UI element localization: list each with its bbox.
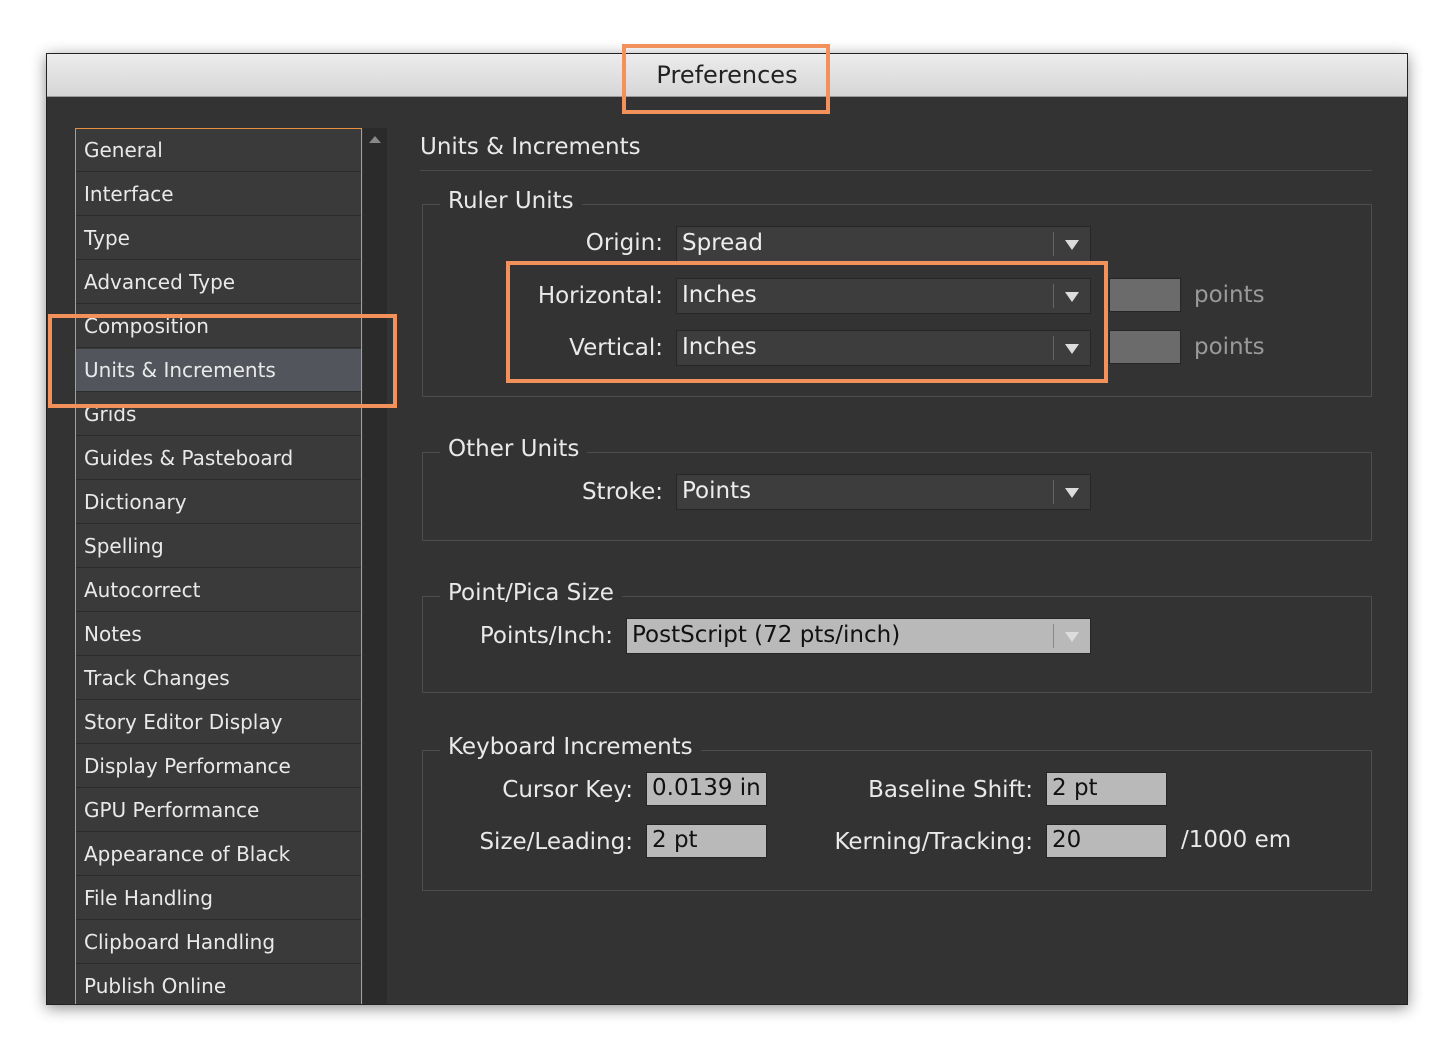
vertical-units-dropdown[interactable]: Inches [676, 330, 1091, 366]
sidebar-item-publish-online[interactable]: Publish Online [76, 965, 361, 1004]
chevron-down-icon [1065, 240, 1079, 250]
sidebar-item-type[interactable]: Type [76, 217, 361, 260]
kerning-tracking-label: Kerning/Tracking: [834, 829, 1033, 855]
sidebar-item-autocorrect[interactable]: Autocorrect [76, 569, 361, 612]
preferences-window: Preferences General Interface Type Advanced… [46, 53, 1408, 1005]
origin-label: Origin: [585, 230, 663, 256]
cursor-key-label: Cursor Key: [502, 777, 633, 803]
keyboard-increments-legend: Keyboard Increments [440, 734, 701, 760]
sidebar-item-gpu-performance[interactable]: GPU Performance [76, 789, 361, 832]
size-leading-label: Size/Leading: [479, 829, 633, 855]
sidebar-item-story-editor-display[interactable]: Story Editor Display [76, 701, 361, 744]
kerning-tracking-field[interactable]: 20 [1046, 824, 1167, 858]
size-leading-field[interactable]: 2 pt [646, 824, 767, 858]
cursor-key-field[interactable]: 0.0139 in [646, 772, 767, 806]
sidebar-item-advanced-type[interactable]: Advanced Type [76, 261, 361, 304]
window-title: Preferences [656, 61, 798, 89]
sidebar-item-track-changes[interactable]: Track Changes [76, 657, 361, 700]
dropdown-separator [1053, 284, 1054, 308]
sidebar-item-guides-pasteboard[interactable]: Guides & Pasteboard [76, 437, 361, 480]
panel-title: Units & Increments [420, 134, 641, 160]
baseline-shift-field[interactable]: 2 pt [1046, 772, 1167, 806]
scroll-up-icon[interactable] [369, 136, 381, 143]
chevron-down-icon [1065, 292, 1079, 302]
sidebar-item-general[interactable]: General [76, 129, 361, 172]
horizontal-units-value: Inches [682, 282, 757, 308]
stroke-units-value: Points [682, 478, 752, 504]
sidebar-item-notes[interactable]: Notes [76, 613, 361, 656]
sidebar-item-units-increments[interactable]: Units & Increments [76, 349, 361, 392]
chevron-down-icon [1065, 632, 1079, 642]
sidebar-item-composition[interactable]: Composition [76, 305, 361, 348]
sidebar-item-dictionary[interactable]: Dictionary [76, 481, 361, 524]
sidebar-item-file-handling[interactable]: File Handling [76, 877, 361, 920]
preferences-category-list[interactable]: General Interface Type Advanced Type Composi… [75, 128, 362, 1004]
vertical-points-unit: points [1194, 334, 1265, 360]
ruler-units-legend: Ruler Units [440, 188, 582, 214]
other-units-legend: Other Units [440, 436, 588, 462]
horizontal-points-unit: points [1194, 282, 1265, 308]
dropdown-separator [1053, 480, 1054, 504]
horizontal-units-dropdown[interactable]: Inches [676, 278, 1091, 314]
title-bar[interactable]: Preferences [47, 54, 1407, 97]
dropdown-separator [1053, 232, 1054, 256]
point-pica-legend: Point/Pica Size [440, 580, 622, 606]
sidebar-item-grids[interactable]: Grids [76, 393, 361, 436]
keyboard-increments-group [422, 750, 1372, 891]
chevron-down-icon [1065, 488, 1079, 498]
points-per-inch-value: PostScript (72 pts/inch) [632, 622, 901, 648]
sidebar-item-interface[interactable]: Interface [76, 173, 361, 216]
vertical-label: Vertical: [569, 335, 663, 361]
vertical-units-value: Inches [682, 334, 757, 360]
horizontal-label: Horizontal: [537, 283, 663, 309]
dropdown-separator [1053, 624, 1054, 648]
vertical-points-field[interactable] [1109, 330, 1181, 364]
stroke-units-dropdown[interactable]: Points [676, 474, 1091, 510]
chevron-down-icon [1065, 344, 1079, 354]
sidebar-item-spelling[interactable]: Spelling [76, 525, 361, 568]
kerning-unit: /1000 em [1181, 827, 1292, 853]
points-per-inch-dropdown[interactable]: PostScript (72 pts/inch) [626, 618, 1091, 654]
title-divider [420, 170, 1372, 171]
dropdown-separator [1053, 336, 1054, 360]
sidebar-item-display-performance[interactable]: Display Performance [76, 745, 361, 788]
stroke-label: Stroke: [581, 479, 663, 505]
origin-value: Spread [682, 230, 763, 256]
points-inch-label: Points/Inch: [479, 623, 613, 649]
sidebar-scrollbar[interactable] [363, 128, 387, 1004]
horizontal-points-field[interactable] [1109, 278, 1181, 312]
origin-dropdown[interactable]: Spread [676, 226, 1091, 262]
sidebar-item-clipboard-handling[interactable]: Clipboard Handling [76, 921, 361, 964]
baseline-shift-label: Baseline Shift: [868, 777, 1033, 803]
sidebar-item-appearance-of-black[interactable]: Appearance of Black [76, 833, 361, 876]
